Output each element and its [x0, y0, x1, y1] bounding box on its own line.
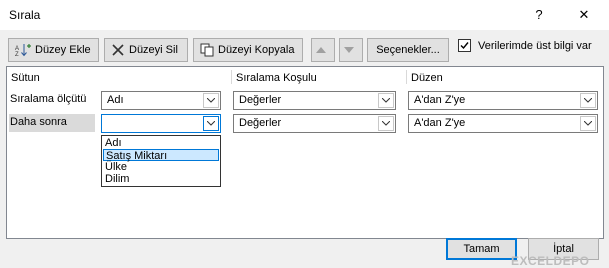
select-value: A'dan Z'ye: [414, 94, 466, 106]
copy-icon: [200, 43, 214, 57]
select-value: Adı: [107, 94, 124, 106]
close-button[interactable]: ✕: [569, 2, 599, 28]
chevron-down-icon[interactable]: [580, 116, 596, 131]
column-header-column: Sütun: [11, 72, 40, 84]
svg-text:Z: Z: [15, 52, 19, 57]
options-button[interactable]: Seçenekler...: [367, 38, 449, 62]
delete-icon: [112, 44, 124, 56]
chevron-down-icon[interactable]: [378, 116, 394, 131]
check-icon: [460, 42, 469, 50]
row-label-then-by: Daha sonra: [10, 116, 67, 128]
move-down-button[interactable]: [339, 38, 363, 62]
sort-by-sort-on-select[interactable]: Değerler: [233, 91, 396, 110]
sort-by-order-select[interactable]: A'dan Z'ye: [408, 91, 598, 110]
dialog-title: Sırala: [9, 8, 41, 22]
column-dropdown-list: Adı Satış Miktarı Ülke Dilim: [101, 135, 221, 187]
chevron-down-icon[interactable]: [378, 93, 394, 108]
add-level-icon: A Z: [15, 44, 31, 57]
dropdown-option[interactable]: Adı: [103, 137, 219, 149]
add-level-button[interactable]: A Z Düzey Ekle: [8, 38, 99, 62]
column-header-order: Düzen: [411, 72, 443, 84]
select-value: Değerler: [239, 94, 282, 106]
then-by-order-select[interactable]: A'dan Z'ye: [408, 114, 598, 133]
select-value: Değerler: [239, 117, 282, 129]
row-label-sort-by: Sıralama ölçütü: [10, 93, 87, 105]
dropdown-option-highlighted[interactable]: Satış Miktarı: [103, 149, 219, 162]
header-row-checkbox-label[interactable]: Verilerimde üst bilgi var: [478, 40, 592, 52]
chevron-down-icon[interactable]: [203, 116, 219, 131]
sort-by-column-select[interactable]: Adı: [101, 91, 221, 110]
then-by-column-select[interactable]: [101, 114, 221, 133]
arrow-down-icon: [344, 47, 354, 53]
copy-level-button[interactable]: Düzeyi Kopyala: [193, 38, 303, 62]
dropdown-option[interactable]: Ülke: [103, 161, 219, 173]
title-bar: Sırala ? ✕: [0, 0, 609, 30]
options-label: Seçenekler...: [376, 44, 440, 56]
column-header-sort-on: Sıralama Koşulu: [236, 72, 317, 84]
watermark-logo: EXCELDEPO: [511, 254, 590, 268]
then-by-sort-on-select[interactable]: Değerler: [233, 114, 396, 133]
help-button[interactable]: ?: [524, 2, 554, 28]
ok-button[interactable]: Tamam: [446, 238, 517, 260]
add-level-label: Düzey Ekle: [35, 44, 91, 56]
delete-level-button[interactable]: Düzeyi Sil: [104, 38, 188, 62]
delete-level-label: Düzeyi Sil: [129, 44, 178, 56]
dropdown-option[interactable]: Dilim: [103, 173, 219, 185]
chevron-down-icon[interactable]: [580, 93, 596, 108]
header-divider: [231, 70, 232, 84]
copy-level-label: Düzeyi Kopyala: [218, 44, 295, 56]
chevron-down-icon[interactable]: [203, 93, 219, 108]
header-divider: [406, 70, 407, 84]
select-value: A'dan Z'ye: [414, 117, 466, 129]
move-up-button[interactable]: [311, 38, 335, 62]
header-row-checkbox[interactable]: [458, 39, 471, 52]
arrow-up-icon: [316, 47, 326, 53]
sort-levels-grid: Sütun Sıralama Koşulu Düzen Sıralama ölç…: [6, 66, 604, 239]
